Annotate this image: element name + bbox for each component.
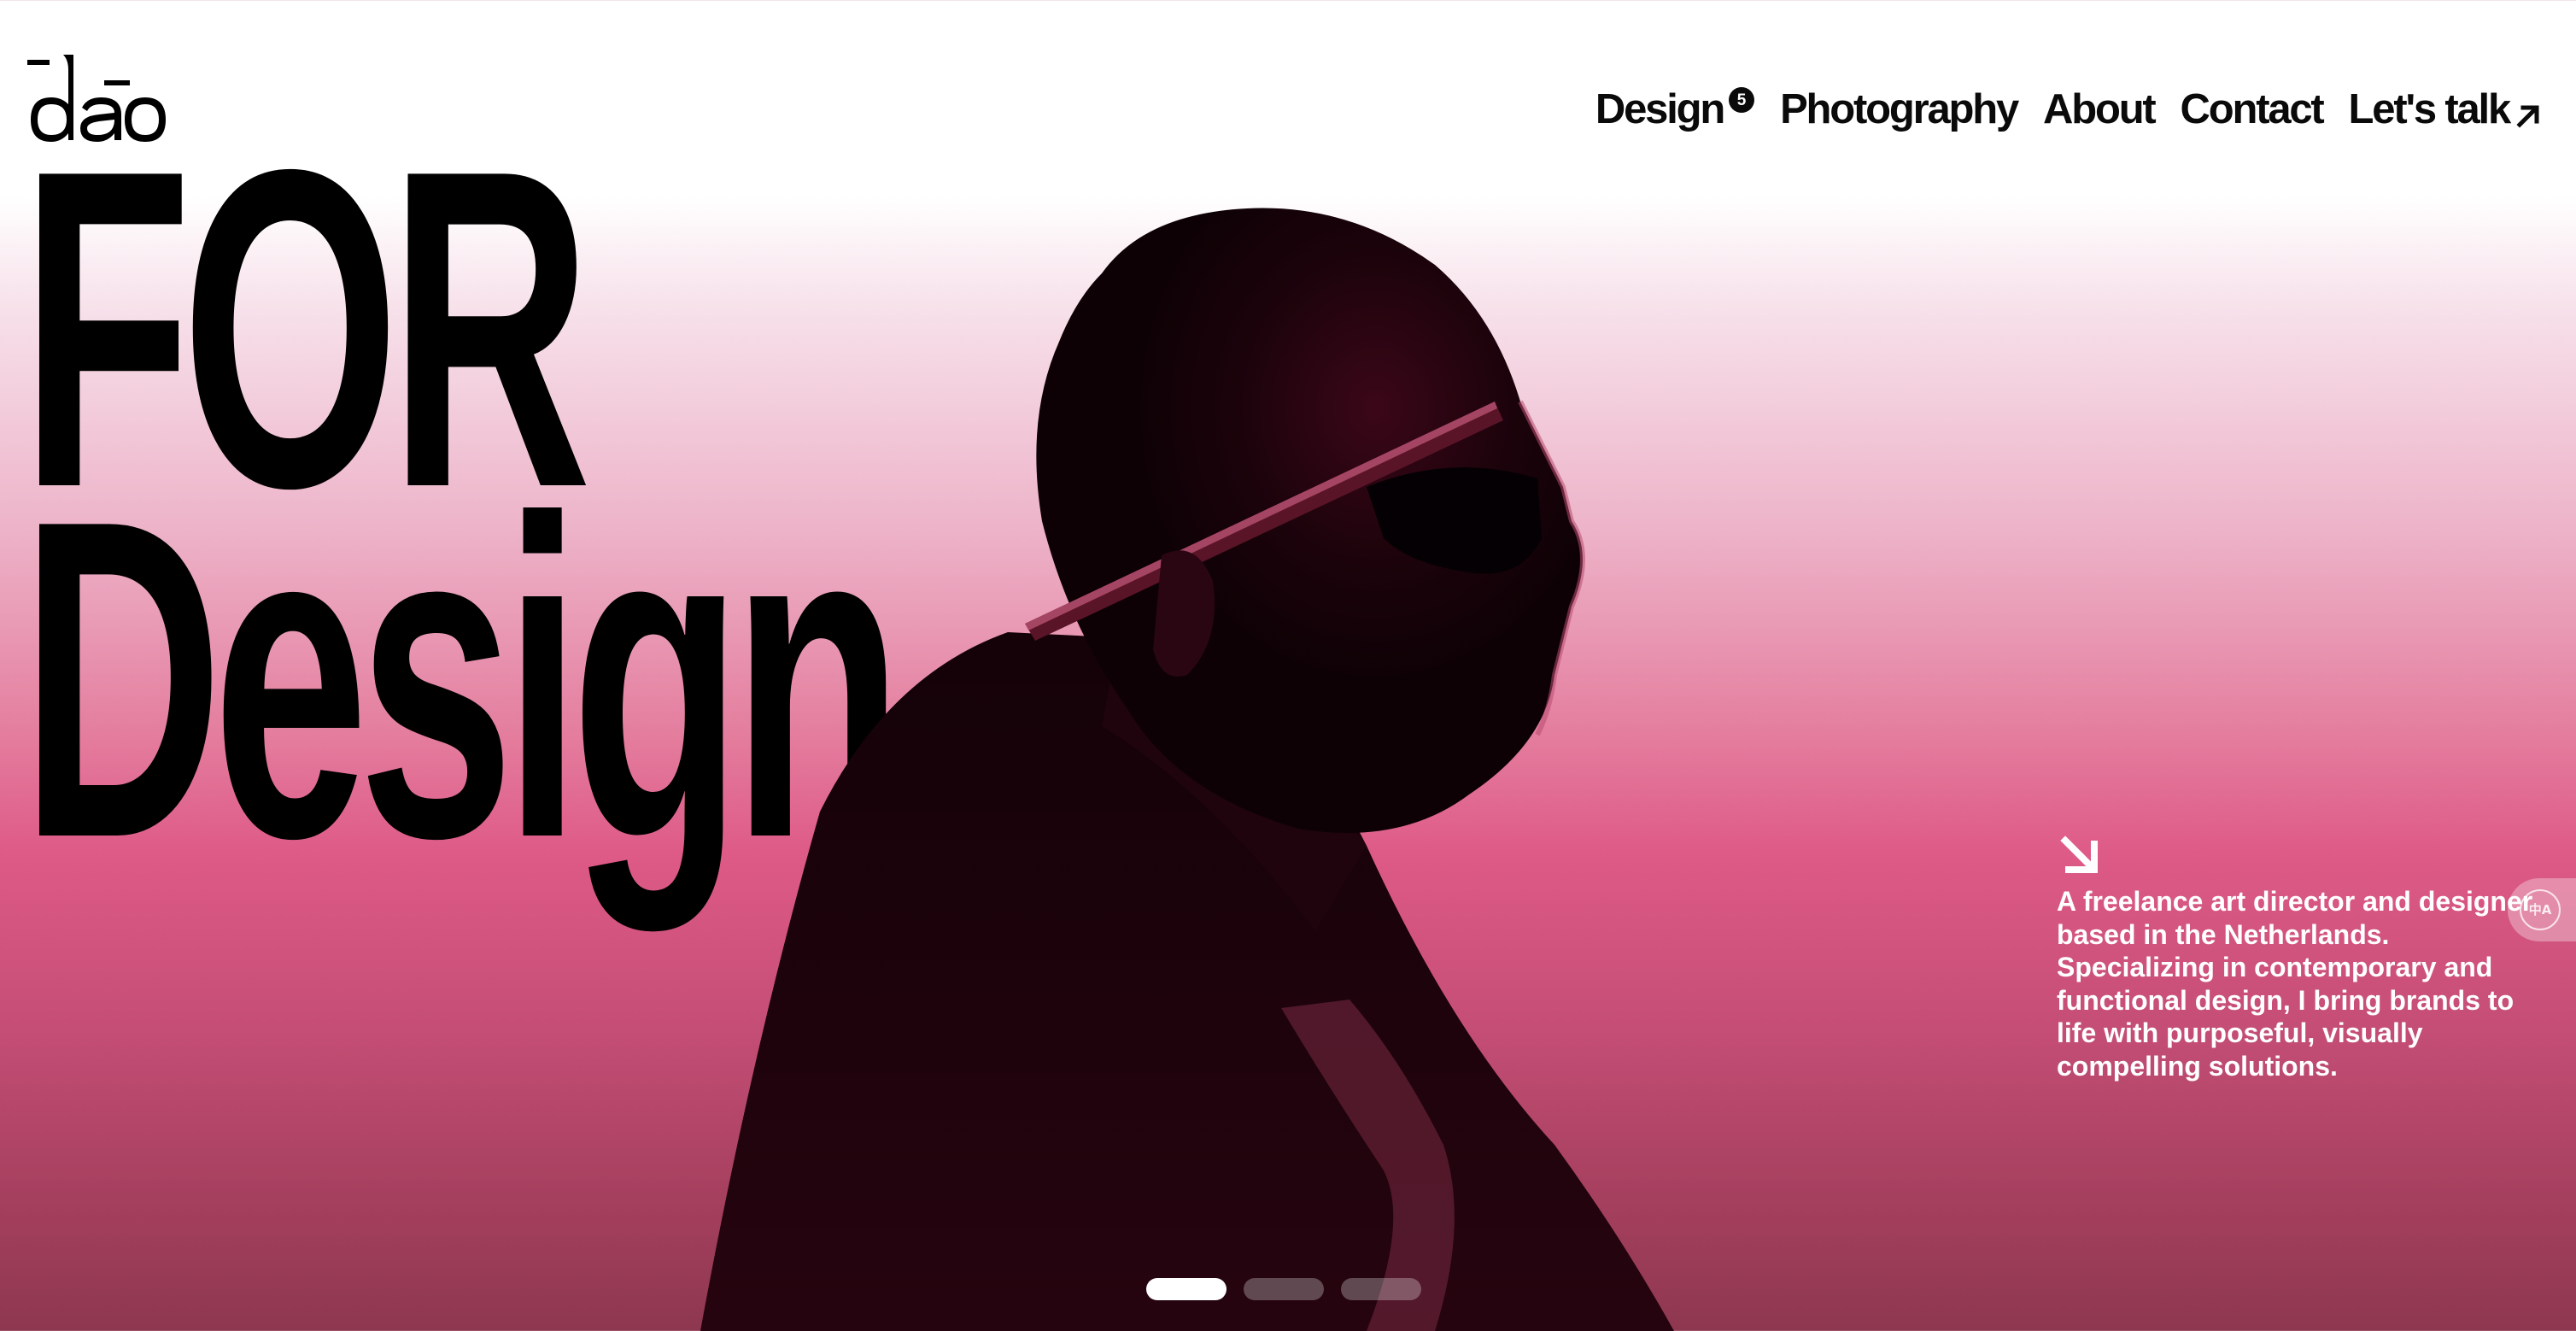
carousel-dot-1[interactable] [1146, 1278, 1227, 1300]
nav-item-design[interactable]: Design 5 [1595, 86, 1755, 132]
arrow-down-right-icon [2060, 836, 2099, 875]
design-count-badge: 5 [1729, 87, 1755, 113]
nav-item-about-label: About [2043, 86, 2157, 132]
nav-item-lets-talk[interactable]: Let's talk [2349, 89, 2542, 131]
nav-item-photography-label: Photography [1780, 86, 2019, 132]
arrow-up-right-icon [2515, 103, 2542, 130]
hero-portrait [700, 196, 1742, 1331]
nav-item-design-label: Design [1595, 86, 1725, 132]
translate-icon: 中A [2520, 889, 2561, 930]
nav-item-about[interactable]: About [2043, 86, 2157, 132]
intro-text: A freelance art director and designer ba… [2057, 886, 2533, 1082]
carousel-indicators [1146, 1278, 1421, 1300]
nav-item-contact[interactable]: Contact [2180, 86, 2325, 132]
nav-item-photography[interactable]: Photography [1780, 86, 2019, 132]
carousel-dot-3[interactable] [1341, 1278, 1421, 1300]
nav-item-lets-talk-label: Let's talk [2348, 86, 2512, 132]
main-nav: Design 5 Photography About Contact Let's… [1595, 86, 2542, 132]
carousel-dot-2[interactable] [1244, 1278, 1324, 1300]
translate-button[interactable]: 中A [2508, 878, 2576, 941]
nav-item-contact-label: Contact [2180, 86, 2325, 132]
